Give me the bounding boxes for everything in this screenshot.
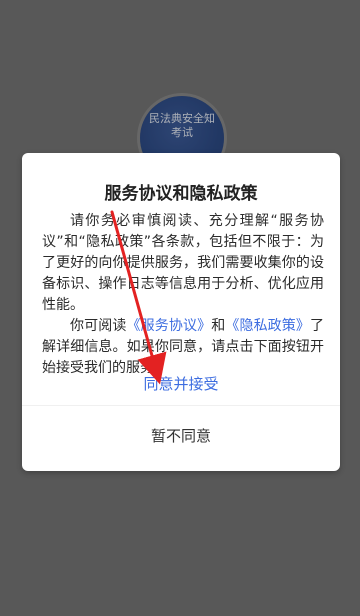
button-divider: [22, 405, 340, 406]
service-agreement-link[interactable]: 《服务协议》: [126, 318, 211, 334]
paragraph-2-prefix: 你可阅读: [70, 318, 127, 334]
and-text: 和: [211, 318, 226, 334]
disagree-button[interactable]: 暂不同意: [22, 421, 340, 451]
dialog-paragraph-1: 请你务必审慎阅读、充分理解“服务协议”和“隐私政策”各条款，包括但不限于：为了更…: [42, 213, 324, 313]
dialog-body: 请你务必审慎阅读、充分理解“服务协议”和“隐私政策”各条款，包括但不限于：为了更…: [42, 211, 324, 379]
privacy-policy-link[interactable]: 《隐私政策》: [225, 318, 310, 334]
privacy-dialog: 服务协议和隐私政策 请你务必审慎阅读、充分理解“服务协议”和“隐私政策”各条款，…: [22, 153, 340, 471]
dialog-title: 服务协议和隐私政策: [104, 184, 258, 204]
agree-button[interactable]: 同意并接受: [22, 369, 340, 399]
